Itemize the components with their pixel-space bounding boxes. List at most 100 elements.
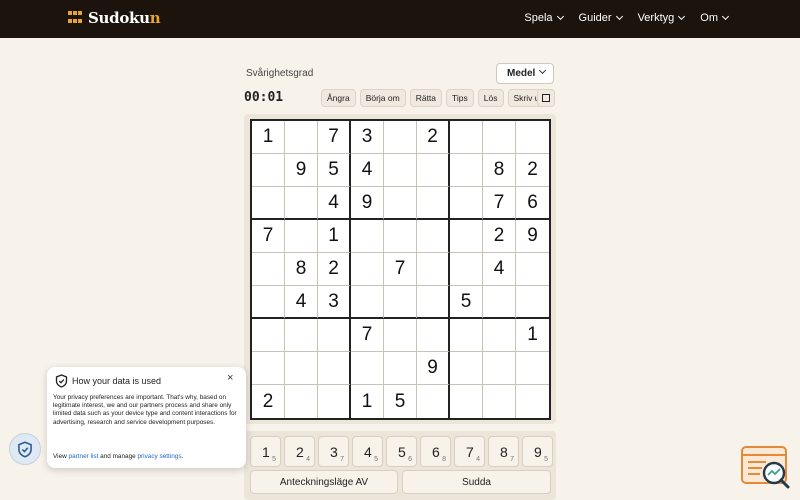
board-cell[interactable]: 4 xyxy=(285,286,318,319)
board-cell[interactable]: 2 xyxy=(417,121,450,154)
board-cell[interactable] xyxy=(417,286,450,319)
board-cell[interactable] xyxy=(384,154,417,187)
number-button-3[interactable]: 37 xyxy=(318,436,349,467)
board-cell[interactable] xyxy=(252,154,285,187)
board-cell[interactable] xyxy=(417,385,450,418)
board-cell[interactable] xyxy=(516,121,549,154)
nav-item-verktyg[interactable]: Verktyg xyxy=(638,12,686,24)
board-cell[interactable] xyxy=(450,385,483,418)
board-cell[interactable]: 5 xyxy=(450,286,483,319)
board-cell[interactable] xyxy=(285,352,318,385)
board-cell[interactable] xyxy=(285,187,318,220)
board-cell[interactable]: 3 xyxy=(318,286,351,319)
board-cell[interactable]: 7 xyxy=(318,121,351,154)
board-cell[interactable] xyxy=(252,286,285,319)
board-cell[interactable] xyxy=(417,154,450,187)
board-cell[interactable] xyxy=(450,253,483,286)
board-cell[interactable]: 7 xyxy=(483,187,516,220)
board-cell[interactable] xyxy=(351,286,384,319)
board-cell[interactable] xyxy=(285,385,318,418)
board-cell[interactable] xyxy=(450,352,483,385)
board-cell[interactable]: 1 xyxy=(351,385,384,418)
difficulty-select[interactable]: Medel xyxy=(496,63,554,84)
site-logo[interactable]: Sudokun xyxy=(68,9,161,27)
board-cell[interactable]: 4 xyxy=(351,154,384,187)
partner-list-link[interactable]: partner list xyxy=(69,453,99,460)
board-cell[interactable] xyxy=(351,220,384,253)
board-cell[interactable]: 9 xyxy=(351,187,384,220)
board-cell[interactable] xyxy=(483,319,516,352)
board-cell[interactable]: 7 xyxy=(252,220,285,253)
board-cell[interactable]: 3 xyxy=(351,121,384,154)
number-button-4[interactable]: 45 xyxy=(352,436,383,467)
undo-button[interactable]: Ångra xyxy=(321,89,356,107)
board-cell[interactable] xyxy=(384,286,417,319)
number-button-5[interactable]: 56 xyxy=(386,436,417,467)
board-cell[interactable] xyxy=(252,253,285,286)
board-cell[interactable] xyxy=(417,319,450,352)
notes-mode-button[interactable]: Anteckningsläge AV xyxy=(250,470,398,494)
board-cell[interactable]: 9 xyxy=(516,220,549,253)
erase-button[interactable]: Sudda xyxy=(402,470,551,494)
board-cell[interactable] xyxy=(285,319,318,352)
board-cell[interactable] xyxy=(384,121,417,154)
board-cell[interactable] xyxy=(516,352,549,385)
board-cell[interactable] xyxy=(318,319,351,352)
board-cell[interactable] xyxy=(516,253,549,286)
privacy-settings-link[interactable]: privacy settings xyxy=(137,453,181,460)
board-cell[interactable]: 4 xyxy=(318,187,351,220)
close-icon[interactable]: × xyxy=(227,372,233,384)
board-cell[interactable] xyxy=(351,253,384,286)
consent-settings-button[interactable] xyxy=(9,433,41,465)
board-cell[interactable] xyxy=(252,319,285,352)
board-cell[interactable] xyxy=(483,352,516,385)
board-cell[interactable] xyxy=(417,220,450,253)
solve-button[interactable]: Lös xyxy=(477,89,504,107)
board-cell[interactable] xyxy=(417,187,450,220)
number-button-8[interactable]: 87 xyxy=(488,436,519,467)
board-cell[interactable] xyxy=(450,187,483,220)
nav-item-om[interactable]: Om xyxy=(700,12,730,24)
check-button[interactable]: Rätta xyxy=(409,89,443,107)
number-button-9[interactable]: 95 xyxy=(522,436,553,467)
number-button-1[interactable]: 15 xyxy=(250,436,281,467)
number-button-7[interactable]: 74 xyxy=(454,436,485,467)
board-cell[interactable]: 2 xyxy=(252,385,285,418)
restart-button[interactable]: Börja om xyxy=(359,89,406,107)
board-cell[interactable] xyxy=(318,385,351,418)
board-cell[interactable] xyxy=(450,220,483,253)
board-cell[interactable]: 6 xyxy=(516,187,549,220)
board-cell[interactable]: 1 xyxy=(516,319,549,352)
board-cell[interactable]: 8 xyxy=(483,154,516,187)
board-cell[interactable] xyxy=(450,121,483,154)
board-cell[interactable] xyxy=(516,286,549,319)
board-cell[interactable] xyxy=(384,319,417,352)
board-cell[interactable] xyxy=(318,352,351,385)
search-analytics-icon[interactable] xyxy=(740,445,792,496)
board-cell[interactable]: 9 xyxy=(285,154,318,187)
number-button-6[interactable]: 68 xyxy=(420,436,451,467)
board-cell[interactable] xyxy=(483,121,516,154)
board-cell[interactable]: 2 xyxy=(483,220,516,253)
board-cell[interactable]: 1 xyxy=(318,220,351,253)
board-cell[interactable]: 9 xyxy=(417,352,450,385)
board-cell[interactable]: 2 xyxy=(318,253,351,286)
board-cell[interactable] xyxy=(351,352,384,385)
board-cell[interactable]: 7 xyxy=(351,319,384,352)
board-cell[interactable] xyxy=(285,220,318,253)
board-cell[interactable]: 4 xyxy=(483,253,516,286)
fullscreen-icon[interactable] xyxy=(537,89,555,107)
board-cell[interactable]: 8 xyxy=(285,253,318,286)
board-cell[interactable]: 1 xyxy=(252,121,285,154)
board-cell[interactable] xyxy=(252,187,285,220)
number-button-2[interactable]: 24 xyxy=(284,436,315,467)
nav-item-spela[interactable]: Spela xyxy=(524,12,564,24)
board-cell[interactable]: 2 xyxy=(516,154,549,187)
board-cell[interactable] xyxy=(450,319,483,352)
board-cell[interactable] xyxy=(384,352,417,385)
board-cell[interactable] xyxy=(450,154,483,187)
board-cell[interactable]: 5 xyxy=(384,385,417,418)
board-cell[interactable] xyxy=(516,385,549,418)
board-cell[interactable] xyxy=(483,385,516,418)
board-cell[interactable] xyxy=(252,352,285,385)
